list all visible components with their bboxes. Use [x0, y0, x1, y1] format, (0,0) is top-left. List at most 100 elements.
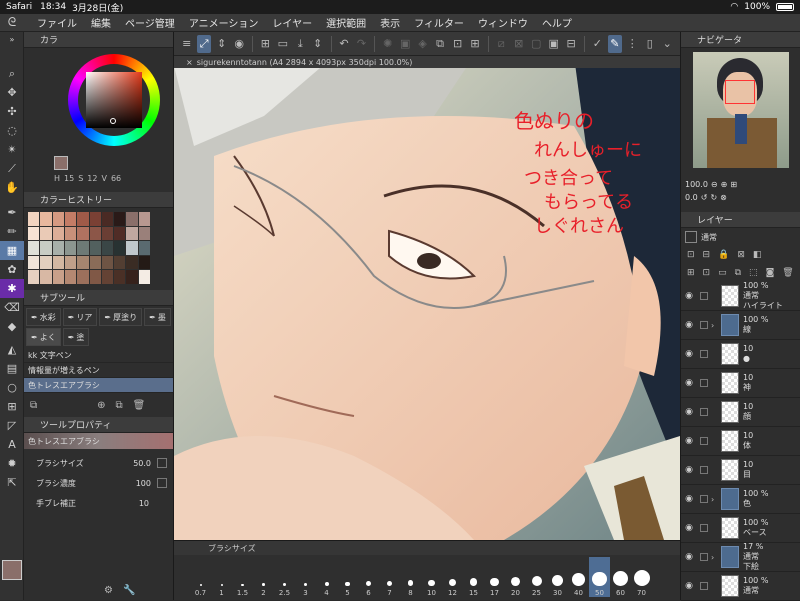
history-swatch[interactable] — [89, 255, 101, 270]
brush-size-option[interactable]: 30 — [547, 557, 568, 597]
menu-animation[interactable]: アニメーション — [182, 15, 266, 30]
history-swatch[interactable] — [52, 226, 64, 241]
subtool-item[interactable]: kk 文字ペン — [24, 348, 173, 363]
density-pressure-icon[interactable] — [157, 478, 167, 488]
fill-bucket-icon[interactable]: ◭ — [0, 340, 24, 359]
eye-icon[interactable]: ◉ — [681, 494, 697, 504]
zoom-in-icon[interactable]: ⊕ — [721, 180, 728, 189]
layer-row[interactable]: ◉ › 100 % 色 — [681, 485, 800, 514]
history-swatch[interactable] — [28, 270, 40, 284]
brush-size-option[interactable]: 40 — [568, 557, 589, 597]
brush-size-option[interactable]: 50 — [589, 557, 610, 597]
hand-icon[interactable]: ✋ — [0, 178, 24, 197]
lock-alpha-icon[interactable]: ⊠ — [737, 250, 745, 260]
brush-size-option[interactable]: 15 — [463, 557, 484, 597]
eye-icon[interactable]: ◉ — [681, 407, 697, 417]
lock-icon[interactable]: 🔒 — [718, 250, 729, 260]
menu-layer[interactable]: レイヤー — [265, 15, 319, 30]
new-folder-icon[interactable]: ▭ — [718, 268, 727, 278]
history-swatch[interactable] — [101, 212, 114, 226]
eye-icon[interactable]: ◉ — [681, 436, 697, 446]
magic-wand-icon[interactable]: ✴ — [0, 140, 24, 159]
history-swatch[interactable] — [40, 255, 52, 270]
history-swatch[interactable] — [89, 270, 101, 284]
history-swatch[interactable] — [28, 241, 40, 255]
clip-icon[interactable]: ⊡ — [687, 250, 695, 260]
history-swatch[interactable] — [138, 226, 150, 241]
eye-icon[interactable]: ◉ — [681, 320, 697, 330]
zoom-out-icon[interactable]: ⊖ — [711, 180, 718, 189]
history-swatch[interactable] — [114, 241, 126, 255]
brush-size-option[interactable]: 25 — [526, 557, 547, 597]
menu-filter[interactable]: フィルター — [407, 15, 471, 30]
history-swatch[interactable] — [126, 226, 138, 241]
history-swatch[interactable] — [40, 226, 52, 241]
brush-check-icon[interactable]: ✎ — [608, 34, 622, 53]
eyedropper-icon[interactable]: ⟋ — [0, 159, 24, 178]
brush-size-option[interactable]: 4 — [316, 557, 337, 597]
history-swatch[interactable] — [64, 255, 77, 270]
layer-row[interactable]: ◉ › 17 % 通常 下絵 — [681, 542, 800, 572]
history-swatch[interactable] — [40, 212, 52, 226]
brush-size-option[interactable]: 1.5 — [232, 557, 253, 597]
close-tab-icon[interactable]: × — [186, 58, 193, 67]
history-swatch[interactable] — [101, 226, 114, 241]
deselect-icon[interactable]: ⧄ — [495, 35, 508, 53]
brush-size-option[interactable]: 20 — [505, 557, 526, 597]
eye-icon[interactable]: ◉ — [681, 349, 697, 359]
delete-layer-icon[interactable]: 🗑 — [782, 268, 793, 278]
history-swatch[interactable] — [77, 226, 89, 241]
navigator-viewport[interactable] — [725, 80, 755, 104]
folder-toggle-icon[interactable]: › — [711, 321, 721, 330]
rotate-left-icon[interactable]: ↺ — [701, 193, 708, 202]
history-swatch[interactable] — [40, 241, 52, 255]
brush-size-option[interactable]: 10 — [421, 557, 442, 597]
eye-icon[interactable]: ◉ — [681, 378, 697, 388]
fit-icon[interactable]: ⊞ — [730, 180, 737, 189]
brush-size-option[interactable]: 2.5 — [274, 557, 295, 597]
device-icon[interactable]: ▯ — [643, 35, 656, 53]
new-raster-icon[interactable]: ⊞ — [687, 268, 695, 278]
brush-size-option[interactable]: 3 — [295, 557, 316, 597]
history-swatch[interactable] — [101, 255, 114, 270]
save-arrow-icon[interactable]: ⇕ — [311, 35, 324, 53]
undo-icon[interactable]: ↶ — [337, 35, 350, 53]
brush-size-option[interactable]: 12 — [442, 557, 463, 597]
correct-line-icon[interactable]: ⇱ — [0, 473, 24, 492]
hamburger-icon[interactable]: ≡ — [180, 35, 193, 53]
layer-checkbox[interactable] — [700, 350, 708, 358]
subtool-tab-favorite[interactable]: ✒ よく — [26, 328, 61, 346]
blend-icon[interactable]: ◆ — [0, 317, 24, 336]
crop-icon[interactable]: ⊞ — [468, 35, 481, 53]
history-swatch[interactable] — [114, 255, 126, 270]
lasso-icon[interactable]: ◌ — [0, 121, 24, 140]
layer-checkbox[interactable] — [700, 292, 708, 300]
history-swatch[interactable] — [114, 226, 126, 241]
text-icon[interactable]: A — [0, 435, 24, 454]
invert-icon[interactable]: ⊠ — [512, 35, 525, 53]
eye-icon[interactable]: ◉ — [232, 35, 245, 53]
move-icon[interactable]: ✣ — [0, 102, 24, 121]
layer-checkbox[interactable] — [700, 437, 708, 445]
history-swatch[interactable] — [40, 270, 52, 284]
copy-icon[interactable]: ⧉ — [433, 35, 446, 53]
history-swatch[interactable] — [138, 212, 150, 226]
layer-row[interactable]: ◉ 10 目 — [681, 456, 800, 485]
color-history-grid[interactable] — [28, 212, 150, 284]
layer-checkbox[interactable] — [700, 379, 708, 387]
layer-checkbox[interactable] — [700, 466, 708, 474]
trash-icon[interactable]: 🗑 — [133, 400, 146, 411]
chevron-down-icon[interactable]: ⌄ — [661, 35, 674, 53]
history-swatch[interactable] — [126, 212, 138, 226]
layer-checkbox[interactable] — [700, 524, 708, 532]
move-layer-icon[interactable]: ✥ — [0, 83, 24, 102]
updown-icon[interactable]: ⇕ — [215, 35, 228, 53]
history-swatch[interactable] — [52, 270, 64, 284]
layer-row[interactable]: ◉ › 100 % 線 — [681, 311, 800, 340]
ruler-tool-icon[interactable]: ◸ — [0, 416, 24, 435]
menu-edit[interactable]: 編集 — [84, 15, 118, 30]
merge-icon[interactable]: ⬚ — [749, 268, 758, 278]
history-swatch[interactable] — [138, 255, 150, 270]
new-subtool-icon[interactable]: ⊕ — [97, 400, 105, 411]
history-swatch[interactable] — [114, 212, 126, 226]
